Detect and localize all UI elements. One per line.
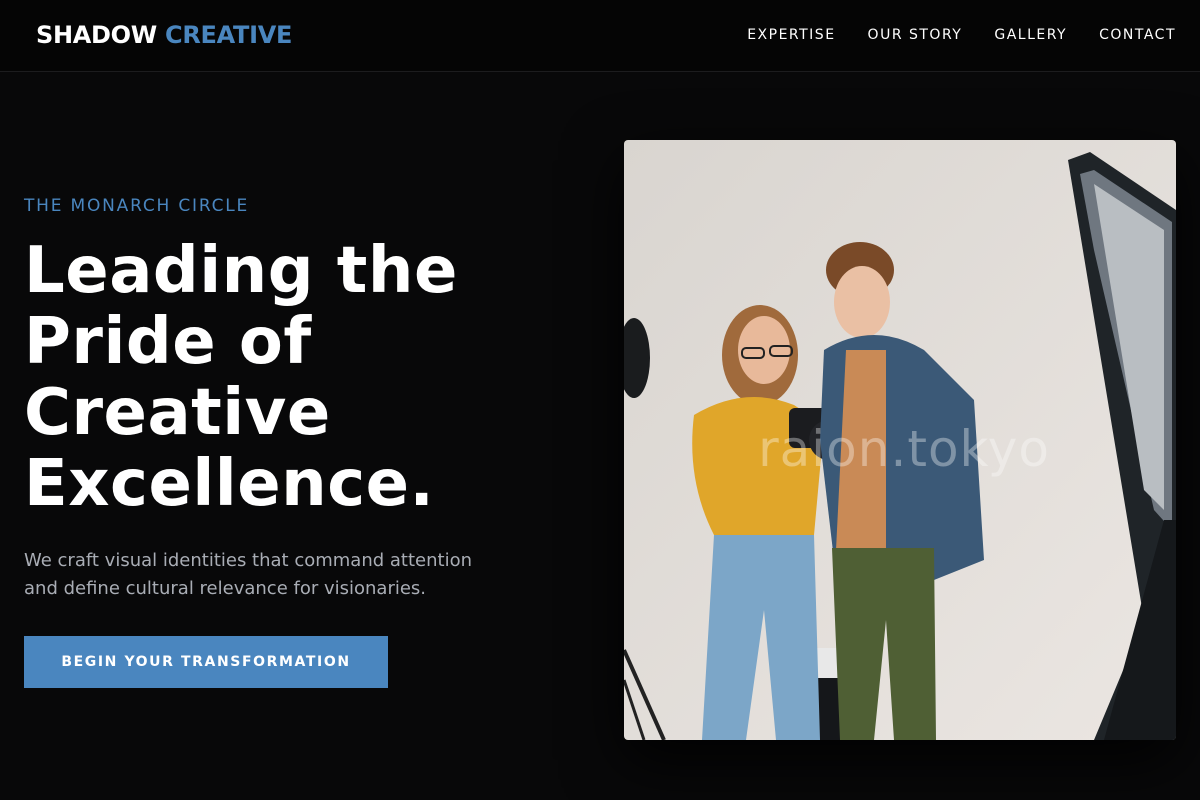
- hero-eyebrow: THE MONARCH CIRCLE: [24, 196, 250, 216]
- brand-name-part1: SHADOW: [36, 21, 157, 49]
- nav-link-gallery[interactable]: GALLERY: [994, 24, 1067, 46]
- brand-name-part2: CREATIVE: [165, 21, 293, 49]
- main-nav: EXPERTISE OUR STORY GALLERY CONTACT: [747, 24, 1176, 46]
- subtext-line: and define cultural relevance for vision…: [24, 578, 427, 599]
- site-header: SHADOW CREATIVE EXPERTISE OUR STORY GALL…: [0, 0, 1200, 72]
- hero-photo: raion.tokyo: [624, 140, 1176, 740]
- headline-line: Pride of: [24, 305, 312, 379]
- subtext-line: We craft visual identities that command …: [24, 550, 473, 571]
- nav-link-contact[interactable]: CONTACT: [1099, 24, 1176, 46]
- image-watermark: raion.tokyo: [758, 420, 1050, 478]
- headline-line: Leading the: [24, 234, 458, 308]
- headline-line: Excellence.: [24, 447, 435, 521]
- brand-logo[interactable]: SHADOW CREATIVE: [36, 18, 292, 52]
- begin-transformation-button[interactable]: BEGIN YOUR TRANSFORMATION: [24, 636, 388, 688]
- nav-link-expertise[interactable]: EXPERTISE: [747, 24, 835, 46]
- headline-line: Creative: [24, 376, 331, 450]
- hero-headline: Leading the Pride of Creative Excellence…: [24, 236, 584, 520]
- hero-subtext: We craft visual identities that command …: [24, 547, 504, 603]
- nav-link-our-story[interactable]: OUR STORY: [868, 24, 963, 46]
